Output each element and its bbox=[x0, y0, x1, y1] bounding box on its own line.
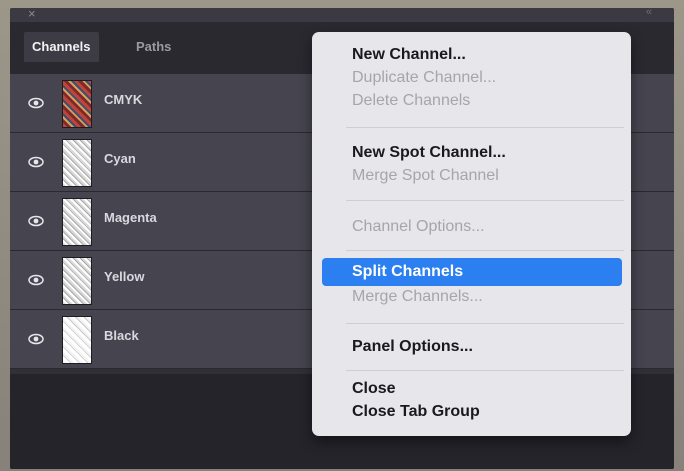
menu-separator bbox=[346, 127, 624, 128]
eye-icon[interactable] bbox=[28, 331, 44, 347]
menu-item-merge-spot-channel: Merge Spot Channel bbox=[352, 167, 499, 184]
eye-icon[interactable] bbox=[28, 95, 44, 111]
eye-icon[interactable] bbox=[28, 154, 44, 170]
menu-item-close[interactable]: Close bbox=[352, 378, 396, 400]
menu-separator bbox=[346, 250, 624, 251]
channel-label: Magenta bbox=[104, 210, 157, 225]
channel-label: CMYK bbox=[104, 92, 143, 107]
eye-icon[interactable] bbox=[28, 213, 44, 229]
channel-thumbnail bbox=[62, 198, 92, 246]
menu-separator bbox=[346, 370, 624, 371]
menu-item-delete-channels: Delete Channels bbox=[352, 92, 471, 109]
channel-thumbnail bbox=[62, 139, 92, 187]
menu-item-duplicate-channel: Duplicate Channel... bbox=[352, 69, 497, 86]
menu-item-panel-options[interactable]: Panel Options... bbox=[352, 336, 473, 358]
screen-background: × « Channels Paths CMYK Cyan Magenta Yel… bbox=[0, 0, 684, 471]
menu-separator bbox=[346, 323, 624, 324]
channel-thumbnail bbox=[62, 316, 92, 364]
menu-item-channel-options: Channel Options... bbox=[352, 218, 485, 235]
panel-title-bar: × « bbox=[10, 8, 674, 22]
close-icon[interactable]: × bbox=[28, 8, 36, 21]
channel-label: Black bbox=[104, 328, 139, 343]
menu-separator bbox=[346, 200, 624, 201]
menu-item-split-channels[interactable]: Split Channels bbox=[352, 261, 463, 283]
tab-paths[interactable]: Paths bbox=[128, 32, 179, 62]
tab-channels[interactable]: Channels bbox=[24, 32, 99, 62]
menu-item-merge-channels: Merge Channels... bbox=[352, 288, 483, 305]
channel-label: Cyan bbox=[104, 151, 136, 166]
panel-flyout-menu: New Channel... Duplicate Channel... Dele… bbox=[312, 32, 631, 436]
menu-item-close-tab-group[interactable]: Close Tab Group bbox=[352, 401, 480, 423]
channel-thumbnail bbox=[62, 80, 92, 128]
channel-thumbnail bbox=[62, 257, 92, 305]
collapse-icon[interactable]: « bbox=[646, 8, 652, 18]
eye-icon[interactable] bbox=[28, 272, 44, 288]
channel-label: Yellow bbox=[104, 269, 145, 284]
menu-item-new-channel[interactable]: New Channel... bbox=[352, 44, 466, 66]
menu-item-new-spot-channel[interactable]: New Spot Channel... bbox=[352, 142, 506, 164]
